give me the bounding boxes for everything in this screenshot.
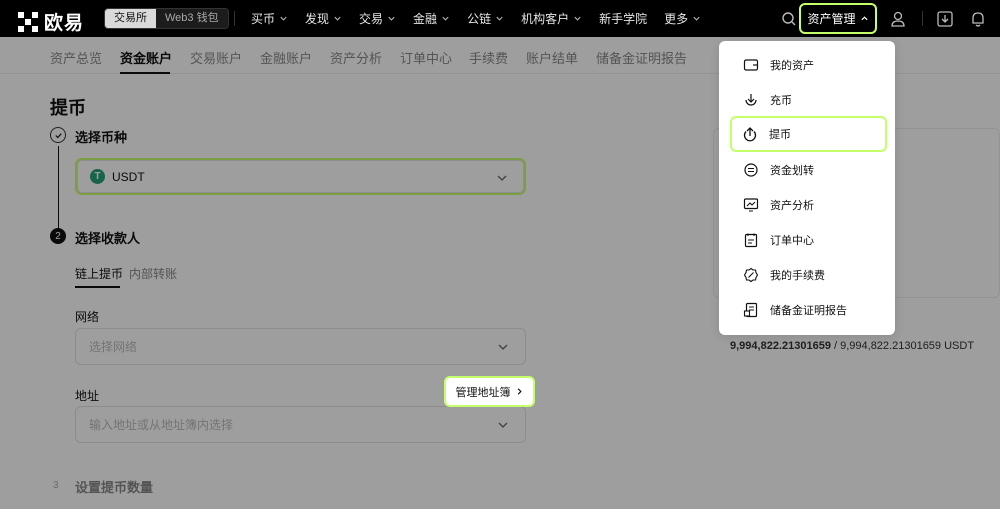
nav-item-academy[interactable]: 新手学院 xyxy=(599,10,647,27)
env-switch: 交易所 Web3 钱包 xyxy=(104,8,229,29)
fee-icon xyxy=(743,267,759,283)
chevron-right-icon xyxy=(517,388,522,395)
transfer-icon xyxy=(743,162,759,178)
menu-item-proof-of-reserves[interactable]: 储备金证明报告 xyxy=(731,293,885,326)
nav-divider xyxy=(234,11,235,26)
manage-address-book-button[interactable]: 管理地址簿 xyxy=(444,376,535,407)
chevron-down-icon xyxy=(280,16,287,21)
chevron-down-icon xyxy=(574,16,581,21)
menu-item-asset-analysis[interactable]: 资产分析 xyxy=(731,188,885,221)
nav-menu: 买币 发现 交易 金融 公链 机构客户 新手学院 更多 xyxy=(251,0,718,37)
chevron-down-icon xyxy=(442,16,449,21)
web3-wallet-tab[interactable]: Web3 钱包 xyxy=(156,9,228,28)
top-nav: 欧易 交易所 Web3 钱包 买币 发现 交易 金融 公链 机构客户 新手学院 … xyxy=(0,0,1000,37)
chevron-down-icon xyxy=(693,16,700,21)
nav-item-public-chain[interactable]: 公链 xyxy=(467,10,504,27)
bell-icon[interactable] xyxy=(969,10,987,28)
reserve-report-icon xyxy=(743,302,759,318)
menu-item-deposit[interactable]: 充币 xyxy=(731,83,885,116)
deposit-icon xyxy=(743,92,759,108)
user-icon[interactable] xyxy=(889,10,907,28)
menu-item-order-center[interactable]: 订单中心 xyxy=(731,223,885,256)
menu-item-my-assets[interactable]: 我的资产 xyxy=(731,48,885,81)
order-center-icon xyxy=(743,232,759,248)
nav-item-trade[interactable]: 交易 xyxy=(359,10,396,27)
logo-mark-icon xyxy=(18,11,38,32)
exchange-tab[interactable]: 交易所 xyxy=(105,9,156,28)
nav-item-finance[interactable]: 金融 xyxy=(413,10,450,27)
nav-item-institutional[interactable]: 机构客户 xyxy=(521,10,582,27)
asset-management-dropdown: 我的资产 充币 提币 资金划转 资产分析 订单中心 我的手续费 储备金证明报告 xyxy=(719,41,895,335)
menu-item-transfer[interactable]: 资金划转 xyxy=(731,153,885,186)
menu-item-my-fees[interactable]: 我的手续费 xyxy=(731,258,885,291)
nav-item-buy-crypto[interactable]: 买币 xyxy=(251,10,288,27)
wallet-icon xyxy=(743,57,759,73)
search-icon[interactable] xyxy=(780,10,798,28)
chevron-down-icon xyxy=(334,16,341,21)
nav-item-more[interactable]: 更多 xyxy=(664,10,701,27)
nav-item-discover[interactable]: 发现 xyxy=(305,10,342,27)
analysis-icon xyxy=(743,197,759,213)
menu-item-withdraw[interactable]: 提币 xyxy=(730,116,887,152)
chevron-down-icon xyxy=(388,16,395,21)
brand-name: 欧易 xyxy=(44,13,85,34)
download-app-icon[interactable] xyxy=(936,10,954,28)
chevron-down-icon xyxy=(496,16,503,21)
asset-management-menu[interactable]: 资产管理 xyxy=(799,3,877,34)
logo[interactable]: 欧易 xyxy=(18,8,84,35)
withdraw-icon xyxy=(742,126,758,142)
chevron-up-icon xyxy=(860,16,868,21)
nav-divider xyxy=(922,11,923,26)
